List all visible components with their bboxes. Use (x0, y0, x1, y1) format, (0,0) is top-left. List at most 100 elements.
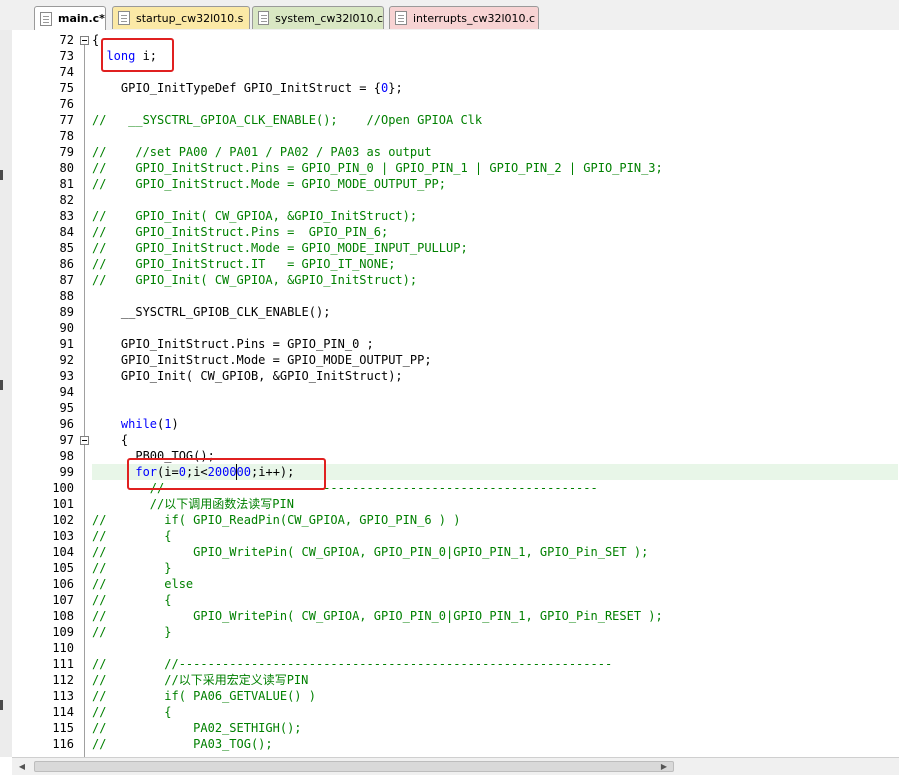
scrollbar-thumb[interactable] (34, 761, 674, 772)
line-number: 97 (59, 433, 74, 447)
line-number: 95 (59, 401, 74, 415)
horizontal-scrollbar[interactable]: ◀ ▶ (12, 757, 899, 775)
code-line[interactable]: // GPIO_WritePin( CW_GPIOA, GPIO_PIN_0|G… (92, 544, 648, 560)
line-number: 105 (52, 561, 74, 575)
line-number: 92 (59, 353, 74, 367)
margin-marker (0, 380, 3, 390)
annotation-box-long-i (101, 38, 174, 72)
fold-toggle-icon[interactable] (80, 36, 89, 45)
line-number: 94 (59, 385, 74, 399)
code-token: { (92, 433, 129, 447)
code-line[interactable]: // GPIO_InitStruct.Pins = GPIO_PIN_6; (92, 224, 388, 240)
line-number: 98 (59, 449, 74, 463)
code-line[interactable]: while(1) (92, 416, 179, 432)
code-line[interactable]: // { (92, 704, 171, 720)
code-line[interactable]: //以下调用函数法读写PIN (92, 496, 294, 512)
tab-label: startup_cw32l010.s (136, 11, 244, 25)
tab-label: system_cw32l010.c (275, 11, 383, 25)
code-token: // { (92, 529, 172, 543)
code-line[interactable]: // else (92, 576, 193, 592)
line-number: 107 (52, 593, 74, 607)
code-line[interactable]: GPIO_InitStruct.Pins = GPIO_PIN_0 ; (92, 336, 374, 352)
code-line[interactable]: // //-----------------------------------… (92, 656, 612, 672)
code-line[interactable]: // { (92, 528, 171, 544)
line-number: 82 (59, 193, 74, 207)
code-line[interactable]: __SYSCTRL_GPIOB_CLK_ENABLE(); (92, 304, 331, 320)
line-number: 110 (52, 641, 74, 655)
line-number: 86 (59, 257, 74, 271)
code-token: // //set PA00 / PA01 / PA02 / PA03 as ou… (92, 145, 432, 159)
code-line[interactable]: // //以下采用宏定义读写PIN (92, 672, 308, 688)
code-line[interactable]: { (92, 32, 99, 48)
line-number: 72 (59, 33, 74, 47)
code-line[interactable]: // GPIO_InitStruct.Mode = GPIO_MODE_OUTP… (92, 176, 446, 192)
code-token: // { (92, 705, 172, 719)
fold-guide-line (84, 445, 85, 757)
number-token: 1 (164, 417, 172, 431)
tab-system-cw32l010-c[interactable]: system_cw32l010.c (252, 6, 384, 29)
line-number: 100 (52, 481, 74, 495)
code-token: // if( PA06_GETVALUE() ) (92, 689, 316, 703)
code-line[interactable]: // } (92, 560, 171, 576)
scroll-right-arrow-icon[interactable]: ▶ (656, 760, 672, 773)
line-number: 87 (59, 273, 74, 287)
code-line[interactable]: // { (92, 592, 171, 608)
code-token: __SYSCTRL_GPIOB_CLK_ENABLE(); (92, 305, 331, 319)
code-line[interactable]: // GPIO_Init( CW_GPIOA, &GPIO_InitStruct… (92, 208, 417, 224)
code-line[interactable]: // GPIO_WritePin( CW_GPIOA, GPIO_PIN_0|G… (92, 608, 663, 624)
scroll-left-arrow-icon[interactable]: ◀ (14, 760, 30, 773)
code-token: { (92, 33, 100, 47)
line-number: 101 (52, 497, 74, 511)
line-number: 103 (52, 529, 74, 543)
code-line[interactable]: // //set PA00 / PA01 / PA02 / PA03 as ou… (92, 144, 432, 160)
line-number: 99 (59, 465, 74, 479)
code-line[interactable]: // __SYSCTRL_GPIOA_CLK_ENABLE(); //Open … (92, 112, 482, 128)
code-line[interactable]: // GPIO_Init( CW_GPIOA, &GPIO_InitStruct… (92, 272, 417, 288)
fold-toggle-icon[interactable] (80, 436, 89, 445)
code-line[interactable]: GPIO_Init( CW_GPIOB, &GPIO_InitStruct); (92, 368, 403, 384)
line-number: 108 (52, 609, 74, 623)
code-token: // else (92, 577, 194, 591)
tab-label: main.c* (58, 12, 105, 25)
margin-marker (0, 170, 3, 180)
code-token: // GPIO_InitStruct.Mode = GPIO_MODE_INPU… (92, 241, 468, 255)
line-number: 102 (52, 513, 74, 527)
line-number: 93 (59, 369, 74, 383)
line-number: 78 (59, 129, 74, 143)
tab-interrupts-cw32l010-c[interactable]: interrupts_cw32l010.c (389, 6, 539, 29)
editor-tab-bar: main.c* startup_cw32l010.s system_cw32l010… (0, 0, 899, 31)
line-number: 79 (59, 145, 74, 159)
code-token: // GPIO_Init( CW_GPIOA, &GPIO_InitStruct… (92, 209, 418, 223)
code-token: // GPIO_Init( CW_GPIOA, &GPIO_InitStruct… (92, 273, 418, 287)
line-number: 104 (52, 545, 74, 559)
code-token: // GPIO_WritePin( CW_GPIOA, GPIO_PIN_0|G… (92, 609, 663, 623)
code-line[interactable]: { (92, 432, 128, 448)
tab-startup-cw32l010-s[interactable]: startup_cw32l010.s (112, 6, 250, 29)
code-token: // GPIO_InitStruct.IT = GPIO_IT_NONE; (92, 257, 396, 271)
code-token: GPIO_InitStruct.Pins = GPIO_PIN_0 ; (92, 337, 374, 351)
code-line[interactable]: GPIO_InitTypeDef GPIO_InitStruct = {0}; (92, 80, 403, 96)
code-line[interactable]: // GPIO_InitStruct.Pins = GPIO_PIN_0 | G… (92, 160, 663, 176)
tab-label: interrupts_cw32l010.c (413, 11, 536, 25)
file-icon (40, 11, 52, 26)
tab-main-c[interactable]: main.c* (34, 6, 106, 30)
code-line[interactable]: // if( PA06_GETVALUE() ) (92, 688, 316, 704)
code-token: // GPIO_InitStruct.Pins = GPIO_PIN_6; (92, 225, 389, 239)
line-number: 84 (59, 225, 74, 239)
code-line[interactable]: // GPIO_InitStruct.Mode = GPIO_MODE_INPU… (92, 240, 468, 256)
code-line[interactable]: // PA03_TOG(); (92, 736, 273, 752)
line-number: 112 (52, 673, 74, 687)
code-line[interactable]: // GPIO_InitStruct.IT = GPIO_IT_NONE; (92, 256, 395, 272)
code-token: // } (92, 625, 172, 639)
code-line[interactable]: // } (92, 624, 171, 640)
code-area[interactable] (90, 30, 899, 757)
code-token: // //以下采用宏定义读写PIN (92, 673, 309, 687)
code-token: // __SYSCTRL_GPIOA_CLK_ENABLE(); //Open … (92, 113, 483, 127)
code-line[interactable]: GPIO_InitStruct.Mode = GPIO_MODE_OUTPUT_… (92, 352, 432, 368)
line-number: 76 (59, 97, 74, 111)
code-line[interactable]: // if( GPIO_ReadPin(CW_GPIOA, GPIO_PIN_6… (92, 512, 460, 528)
code-token: // } (92, 561, 172, 575)
code-token: GPIO_InitStruct.Mode = GPIO_MODE_OUTPUT_… (92, 353, 432, 367)
code-token: // { (92, 593, 172, 607)
code-line[interactable]: // PA02_SETHIGH(); (92, 720, 302, 736)
